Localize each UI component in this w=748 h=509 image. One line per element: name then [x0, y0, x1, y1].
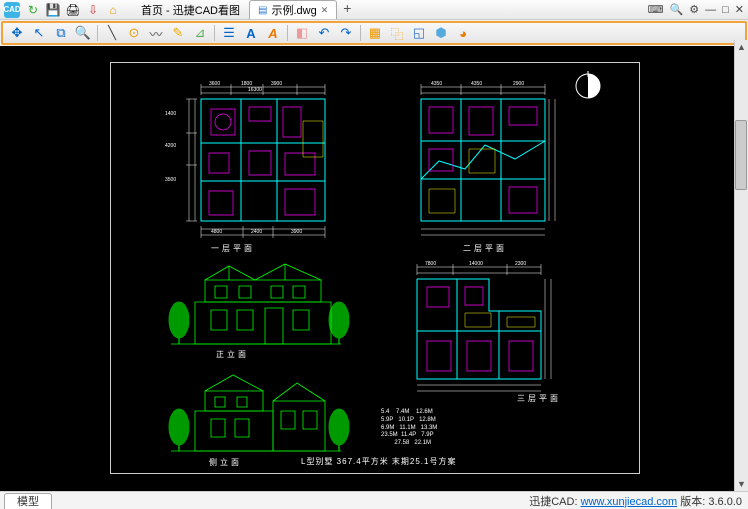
drawing-canvas[interactable]: 360018003900 16300 480024003900 14004200… [0, 46, 748, 491]
tab-home[interactable]: 首页 - 迅捷CAD看图 [132, 0, 249, 19]
svg-text:4350: 4350 [431, 81, 442, 87]
layer-icon[interactable]: ☰ [221, 25, 237, 41]
maximize-button[interactable]: □ [722, 4, 729, 16]
minimize-button[interactable]: — [705, 4, 716, 16]
print-icon[interactable]: 🖨 [66, 3, 80, 17]
keyboard-icon[interactable]: ⌨ [648, 3, 664, 16]
pan-icon[interactable]: ✥ [9, 25, 25, 41]
close-button[interactable]: ✕ [735, 3, 744, 16]
close-icon[interactable]: ✕ [321, 5, 329, 16]
polyline-icon[interactable]: 〰 [148, 25, 164, 41]
files-icon[interactable]: ▦ [367, 25, 383, 41]
zoom-window-icon[interactable]: ⧉ [53, 25, 69, 41]
separator [214, 25, 215, 41]
tab-label: 示例.dwg [271, 2, 316, 18]
svg-text:2400: 2400 [251, 229, 262, 235]
scrollbar-thumb[interactable] [735, 120, 747, 190]
statusbar: 模型 迅捷CAD: www.xunjiecad.com 版本: 3.6.0.0 [0, 491, 748, 509]
file-icon: ▤ [258, 5, 267, 16]
svg-text:1400: 1400 [165, 111, 176, 117]
floor-plan-2: 4350 4350 2900 [375, 81, 557, 239]
redo-icon[interactable]: ↷ [338, 25, 354, 41]
svg-text:16300: 16300 [248, 87, 262, 93]
line-icon[interactable]: ╲ [104, 25, 120, 41]
separator [287, 25, 288, 41]
svg-text:3900: 3900 [291, 229, 302, 235]
svg-text:4800: 4800 [211, 229, 222, 235]
3d-icon[interactable]: ⬢ [433, 25, 449, 41]
search-icon[interactable]: 🔍 [670, 3, 684, 16]
title-block: L型别墅 367.4平方米 末期25.1号方案 [301, 456, 456, 467]
arrow-icon[interactable]: ↖ [31, 25, 47, 41]
color-icon[interactable]: ◕ [455, 25, 471, 41]
spec-table: 5.4 7.4M 12.6M 5.9P 10.1P 12.8M 6.9M 11.… [381, 409, 561, 448]
pencil-icon[interactable]: ✎ [170, 25, 186, 41]
separator [360, 25, 361, 41]
branding: 迅捷CAD: www.xunjiecad.com 版本: 3.6.0.0 [529, 493, 748, 509]
svg-text:4350: 4350 [471, 81, 482, 87]
north-arrow-icon [573, 71, 603, 101]
brand-link[interactable]: www.xunjiecad.com [581, 496, 678, 508]
svg-text:3900: 3900 [271, 81, 282, 87]
svg-text:3600: 3600 [209, 81, 220, 87]
refresh-icon[interactable]: ↻ [26, 3, 40, 17]
drawing-frame: 360018003900 16300 480024003900 14004200… [110, 62, 640, 474]
svg-text:2300: 2300 [515, 261, 526, 267]
tab-example-dwg[interactable]: ▤ 示例.dwg ✕ [249, 0, 337, 19]
model-tab[interactable]: 模型 [4, 493, 52, 509]
zoom-extent-icon[interactable]: 🔍 [75, 25, 91, 41]
vertical-scrollbar[interactable]: ▲ ▼ [734, 40, 748, 491]
tab-label: 首页 - 迅捷CAD看图 [141, 2, 240, 18]
document-tabs: 首页 - 迅捷CAD看图 ▤ 示例.dwg ✕ + [132, 0, 357, 19]
eraser-icon[interactable]: ◧ [294, 25, 310, 41]
cube-icon[interactable]: ◱ [411, 25, 427, 41]
elevation-2 [141, 363, 351, 455]
svg-text:2900: 2900 [513, 81, 524, 87]
floor-plan-3: 7800 14000 2300 [379, 261, 559, 401]
undo-icon[interactable]: ↶ [316, 25, 332, 41]
main-toolbar: ✥ ↖ ⧉ 🔍 ╲ ⊙ 〰 ✎ ⊿ ☰ A A ◧ ↶ ↷ ▦ ⿻ ◱ ⬢ ◕ [1, 21, 747, 45]
text-icon[interactable]: A [265, 25, 281, 41]
plan2-label: 二层平面 [463, 243, 507, 254]
copy-icon[interactable]: ⿻ [389, 25, 405, 41]
export-icon[interactable]: ⇩ [86, 3, 100, 17]
svg-text:14000: 14000 [469, 261, 483, 267]
gear-icon[interactable]: ⚙ [689, 3, 699, 16]
elevation-1 [141, 258, 351, 348]
new-tab-button[interactable]: + [337, 0, 357, 19]
svg-text:7800: 7800 [425, 261, 436, 267]
svg-text:4200: 4200 [165, 143, 176, 149]
elev2-label: 侧立面 [209, 457, 242, 468]
text-style-icon[interactable]: A [243, 25, 259, 41]
titlebar: CAD ↻ 💾 🖨 ⇩ ⌂ 首页 - 迅捷CAD看图 ▤ 示例.dwg ✕ + … [0, 0, 748, 20]
save-icon[interactable]: 💾 [46, 3, 60, 17]
plan3-label: 三层平面 [517, 393, 561, 404]
ortho-icon[interactable]: ⊿ [192, 25, 208, 41]
plan1-label: 一层平面 [211, 243, 255, 254]
app-icon: CAD [4, 2, 20, 18]
floor-plan-1: 360018003900 16300 480024003900 14004200… [153, 81, 335, 239]
svg-text:3500: 3500 [165, 177, 176, 183]
separator [97, 25, 98, 41]
dimension-icon[interactable]: ⊙ [126, 25, 142, 41]
elev1-label: 正立面 [216, 349, 249, 360]
window-controls: ⌨ 🔍 ⚙ — □ ✕ [648, 3, 744, 16]
home-icon[interactable]: ⌂ [106, 3, 120, 17]
